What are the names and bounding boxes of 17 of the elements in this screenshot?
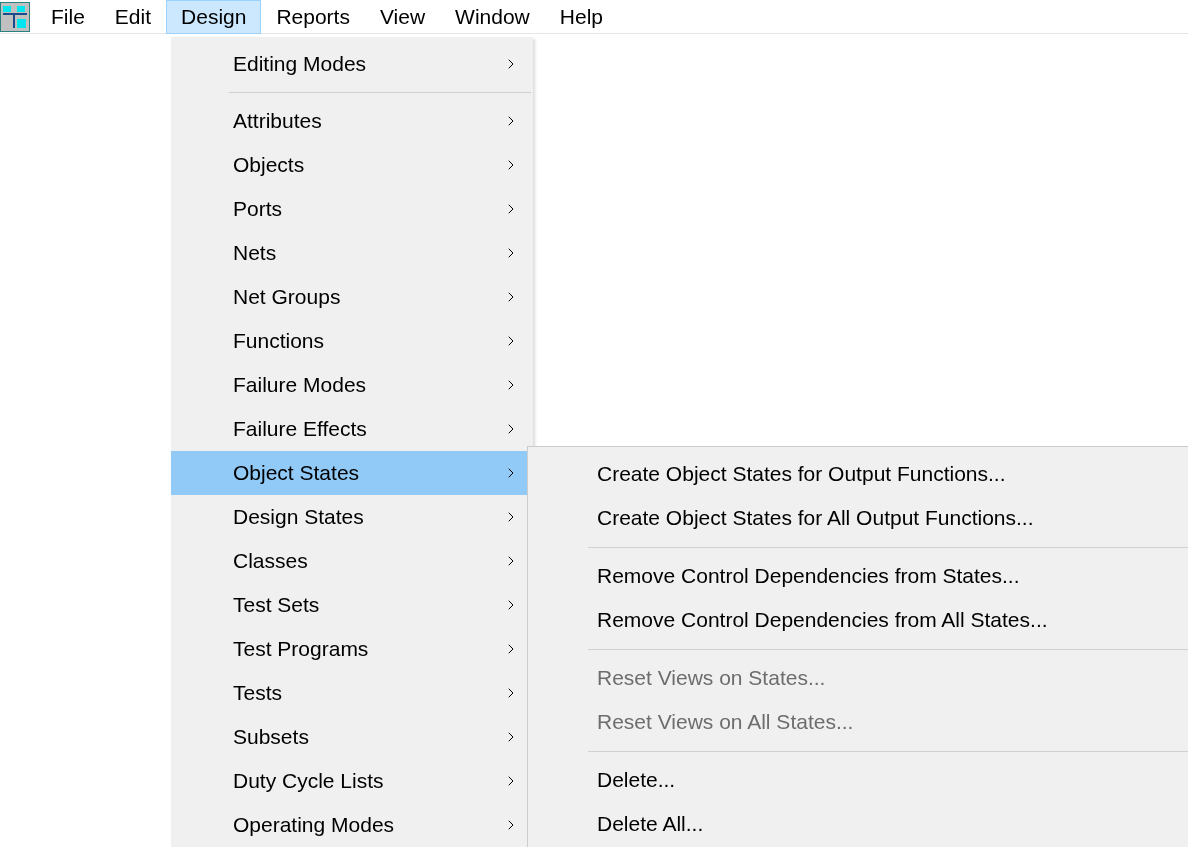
- menu-bar-item[interactable]: Design: [166, 0, 262, 34]
- menu-bar-item[interactable]: Help: [544, 0, 618, 34]
- menu-item[interactable]: Editing Modes: [171, 42, 533, 86]
- menu-bar-item[interactable]: View: [364, 0, 441, 34]
- menu-bar-item[interactable]: Window: [440, 0, 545, 34]
- menu-bar-item[interactable]: Reports: [261, 0, 365, 34]
- menu-bar-item[interactable]: File: [36, 0, 100, 34]
- menu-item[interactable]: Attributes: [171, 99, 533, 143]
- menu-item[interactable]: Nets: [171, 231, 533, 275]
- app-icon[interactable]: [0, 1, 30, 32]
- menu-item[interactable]: Functions: [171, 319, 533, 363]
- menu-item[interactable]: Failure Modes: [171, 363, 533, 407]
- menu-item[interactable]: Ports: [171, 187, 533, 231]
- menu-item[interactable]: Failure Effects: [171, 407, 533, 451]
- menu-bar-item[interactable]: Edit: [99, 0, 167, 34]
- menu-item[interactable]: Net Groups: [171, 275, 533, 319]
- menu-item[interactable]: Objects: [171, 143, 533, 187]
